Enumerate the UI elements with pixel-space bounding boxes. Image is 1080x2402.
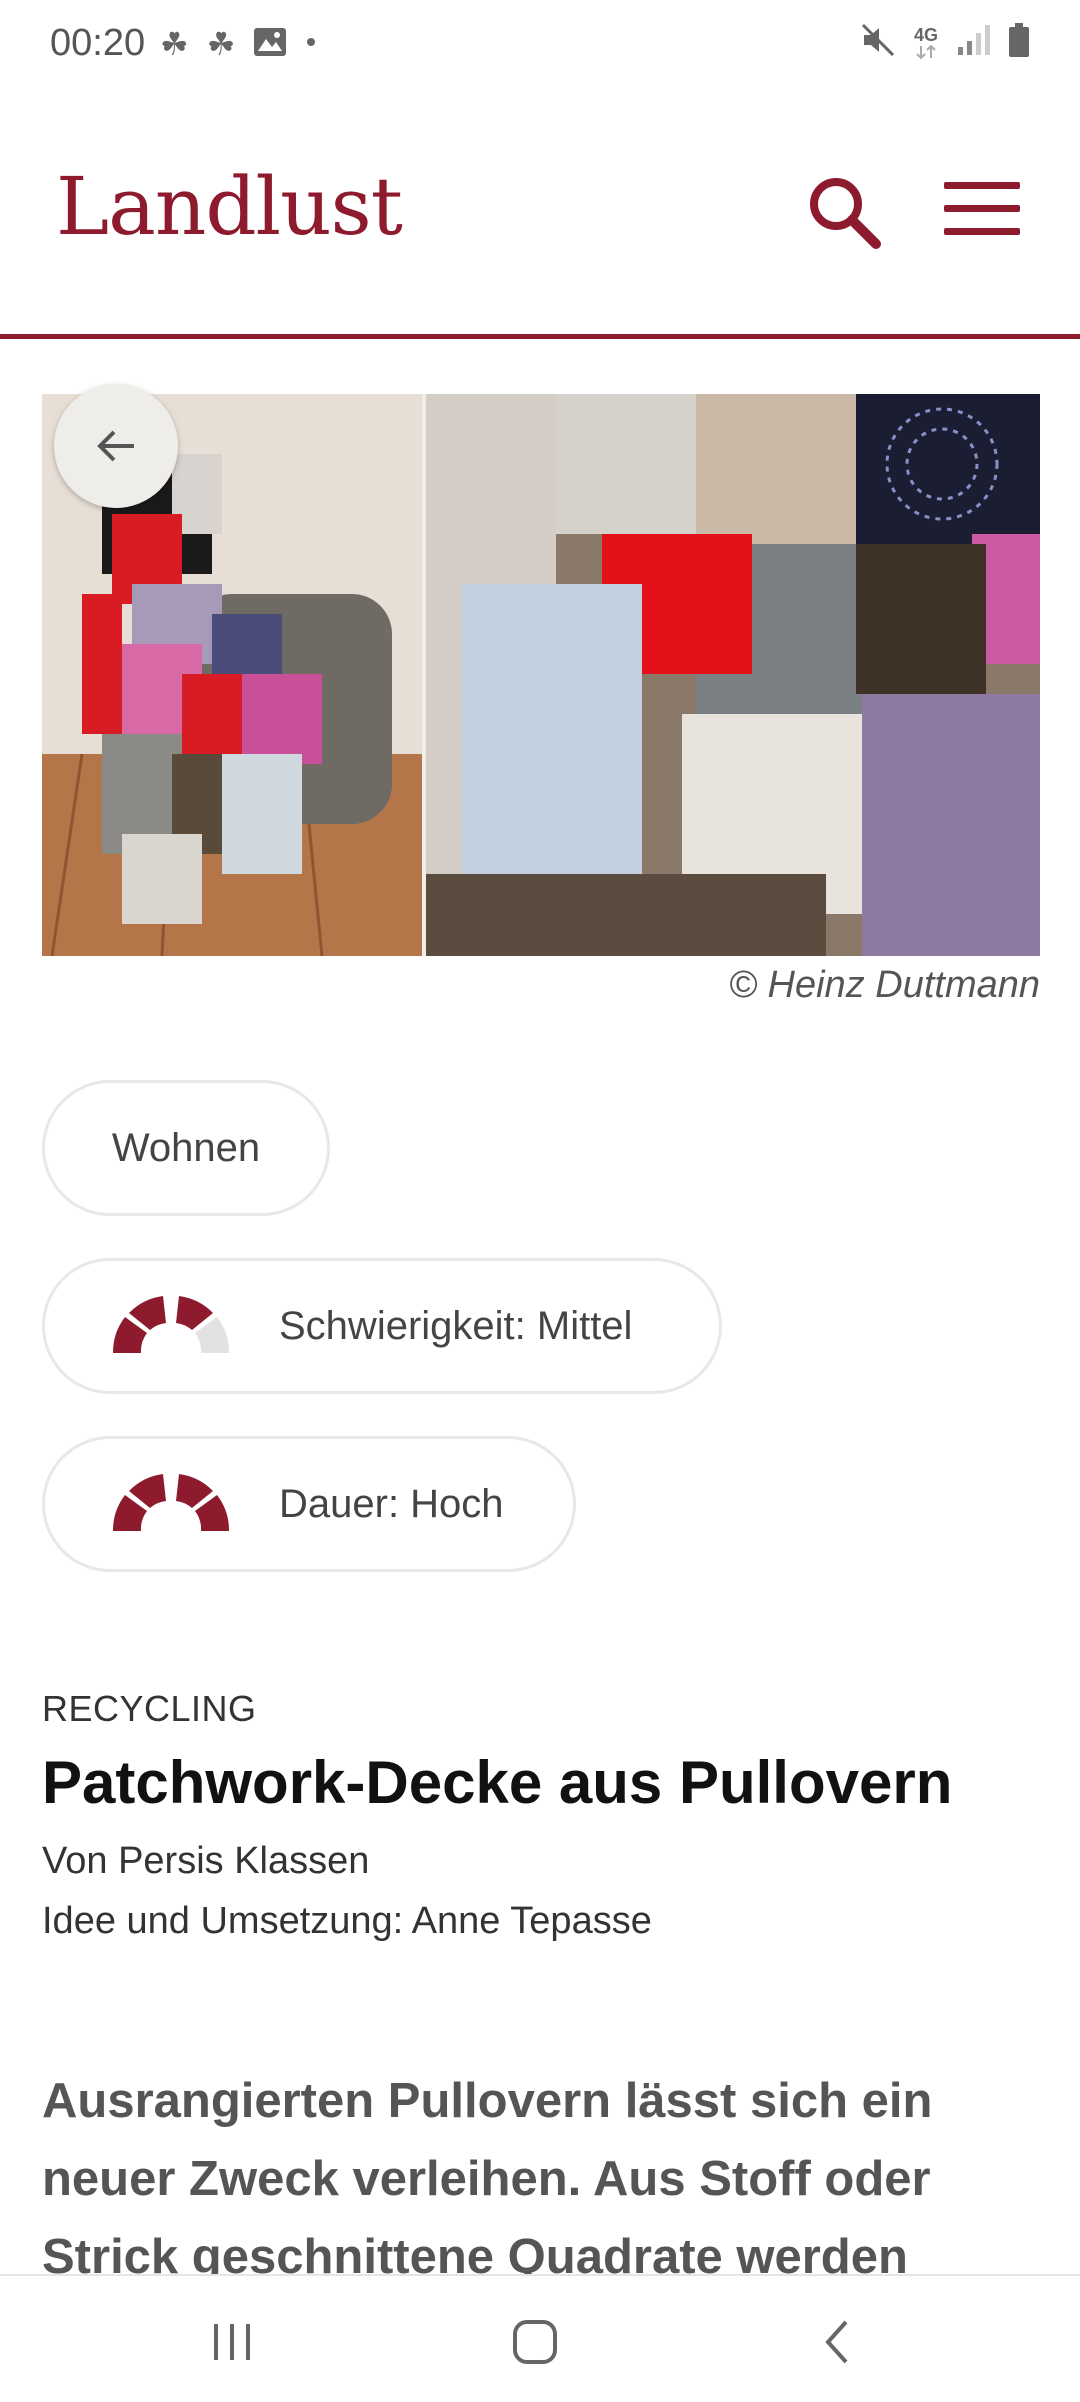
- recent-apps-button[interactable]: [202, 2312, 262, 2372]
- system-nav-bar: [0, 2274, 1080, 2402]
- status-bar: 00:20 ☘ ☘ 4G: [0, 0, 1080, 90]
- difficulty-label: Schwierigkeit: Mittel: [279, 1303, 633, 1348]
- category-tag[interactable]: Wohnen: [42, 1080, 330, 1216]
- search-button[interactable]: [804, 172, 884, 252]
- hero-image: [42, 394, 1040, 956]
- home-button[interactable]: [505, 2312, 565, 2372]
- dot-icon: [305, 35, 317, 53]
- back-nav-button[interactable]: [808, 2312, 868, 2372]
- back-button[interactable]: [54, 384, 178, 508]
- search-icon: [810, 178, 881, 249]
- article-lead: Ausrangierten Pullovern lässt sich ein n…: [42, 2074, 933, 2284]
- landlust-logo[interactable]: Landlust: [56, 160, 403, 253]
- image-icon: [253, 27, 287, 62]
- status-time: 00:20: [50, 22, 146, 64]
- recent-apps-icon: [214, 2324, 250, 2360]
- difficulty-gauge-icon: [112, 1296, 230, 1353]
- battery-icon: [1008, 22, 1030, 63]
- difficulty-badge: Schwierigkeit: Mittel: [42, 1258, 722, 1394]
- duration-badge: Dauer: Hoch: [42, 1436, 576, 1572]
- menu-button[interactable]: [944, 182, 1020, 242]
- home-icon: [513, 2320, 557, 2364]
- photo-credit: © Heinz Duttmann: [728, 964, 1040, 1006]
- mute-icon: [860, 22, 896, 63]
- leaf-icon: ☘: [160, 26, 189, 62]
- article-category: RECYCLING: [42, 1688, 257, 1729]
- category-tag-label: Wohnen: [111, 1125, 261, 1170]
- duration-gauge-icon: [112, 1474, 230, 1531]
- site-header: Landlust: [0, 90, 1080, 338]
- signal-icon: [956, 23, 990, 62]
- article-title: Patchwork-Decke aus Pullovern: [42, 1749, 953, 1816]
- chevron-left-icon: [825, 2320, 848, 2364]
- hamburger-icon: [944, 182, 1020, 189]
- duration-label: Dauer: Hoch: [279, 1481, 504, 1526]
- network-4g-icon: 4G: [914, 26, 938, 60]
- arrow-left-icon: [97, 430, 134, 462]
- article-author: Von Persis Klassen: [42, 1840, 370, 1882]
- article-idea-credit: Idee und Umsetzung: Anne Tepasse: [42, 1900, 652, 1942]
- leaf-icon: ☘: [206, 26, 236, 62]
- header-divider: [0, 334, 1080, 339]
